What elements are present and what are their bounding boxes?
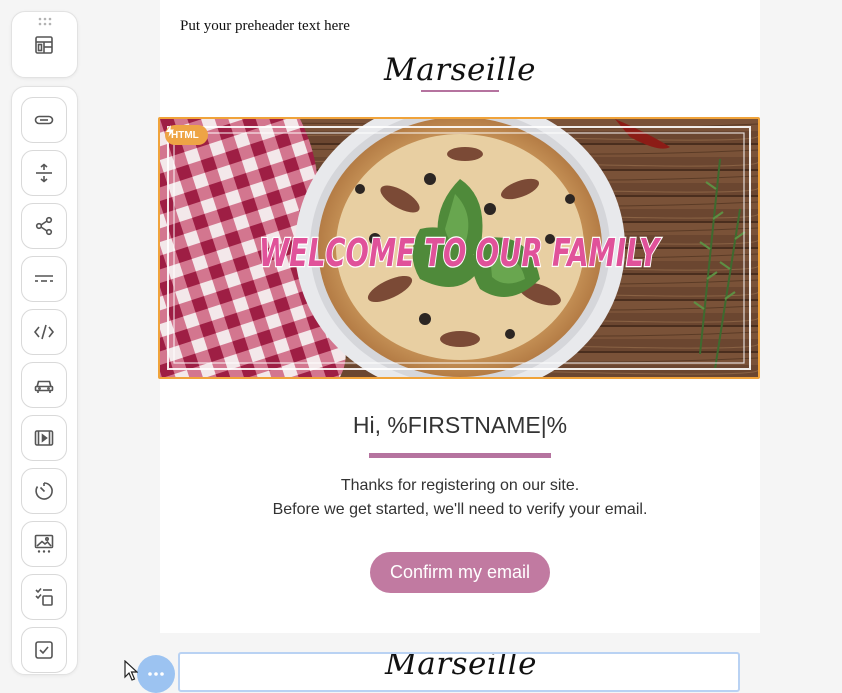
drag-handle-icon[interactable] — [37, 17, 53, 27]
image-gallery-block-tool[interactable] — [21, 521, 67, 567]
share-icon — [35, 216, 53, 236]
video-icon — [34, 430, 54, 446]
layout-blocks-icon[interactable] — [33, 34, 55, 56]
html-badge: HTML — [165, 125, 208, 145]
body-line-1[interactable]: Thanks for registering on our site. — [160, 477, 760, 495]
divider-block-tool[interactable] — [21, 256, 67, 302]
pizza-banner-image: WELCOME TO OUR FAMILY — [160, 119, 758, 377]
confirm-email-button[interactable]: Confirm my email — [370, 552, 550, 593]
lightning-icon — [166, 125, 174, 137]
divider-icon — [35, 275, 53, 282]
banner-headline: WELCOME TO OUR FAMILY — [259, 231, 662, 275]
next-block-logo[interactable]: Marseille — [180, 654, 738, 682]
menu-block-tool[interactable] — [21, 574, 67, 620]
ellipsis-icon — [148, 672, 164, 676]
greeting-underline — [369, 453, 551, 458]
email-canvas: Put your preheader text here Marseille H… — [158, 0, 760, 633]
next-structure-block[interactable]: Marseille — [178, 652, 740, 692]
blocks-toolbar-header — [11, 11, 78, 78]
preheader-text[interactable]: Put your preheader text here — [180, 18, 350, 35]
html-badge-label: HTML — [171, 129, 199, 141]
image-gallery-icon — [34, 534, 54, 553]
button-block-tool[interactable] — [21, 97, 67, 143]
checkbox-block-tool[interactable] — [21, 627, 67, 673]
banner-block-tool[interactable] — [21, 362, 67, 408]
menu-list-icon — [35, 587, 53, 606]
more-options-button[interactable] — [137, 655, 175, 693]
video-block-tool[interactable] — [21, 415, 67, 461]
timer-icon — [35, 482, 53, 500]
checkbox-icon — [35, 641, 53, 659]
greeting-heading[interactable]: Hi, %FIRSTNAME|% — [160, 412, 760, 439]
code-icon — [33, 324, 55, 340]
mouse-cursor-icon — [124, 660, 138, 681]
button-icon — [34, 115, 54, 125]
timer-block-tool[interactable] — [21, 468, 67, 514]
logo-underline — [421, 90, 499, 92]
body-line-2[interactable]: Before we get started, we'll need to ver… — [160, 501, 760, 519]
blocks-toolbar — [11, 86, 78, 675]
car-icon — [34, 380, 54, 393]
html-block-tool[interactable] — [21, 309, 67, 355]
spacer-block-tool[interactable] — [21, 150, 67, 196]
social-block-tool[interactable] — [21, 203, 67, 249]
logo-text[interactable]: Marseille — [160, 52, 760, 88]
html-banner-block[interactable]: HTML WELCOME TO OUR FAMILY — [158, 117, 760, 379]
spacer-icon — [36, 163, 52, 183]
